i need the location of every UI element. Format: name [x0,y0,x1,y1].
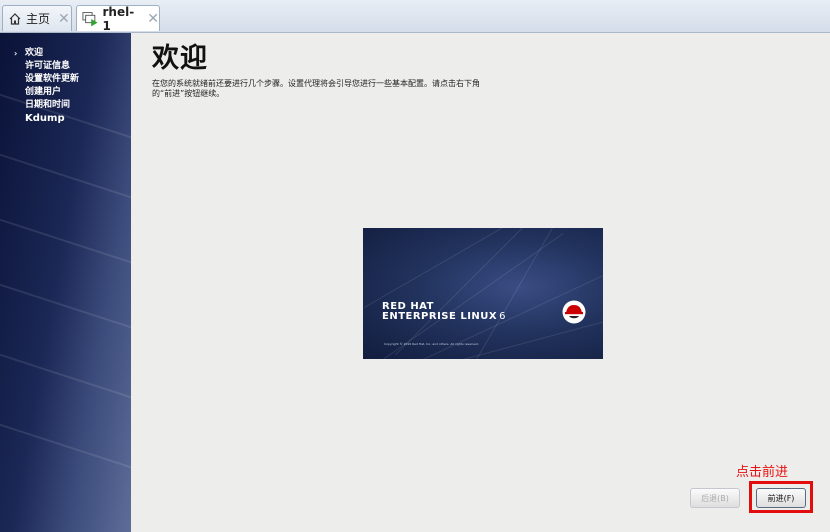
step-item-kdump: Kdump [25,113,65,124]
step-item-date-time: 日期和时间 [25,100,71,110]
tab-home-label: 主页 [26,12,51,26]
vm-play-icon [82,11,98,26]
current-step-arrow-icon: › [14,49,18,58]
page-description: 在您的系统就绪前还要进行几个步骤。设置代理将会引导您进行一些基本配置。请点击右下… [152,79,480,98]
sidebar: › 欢迎 许可证信息 设置软件更新 创建用户 日期和时间 Kdump [0,33,131,532]
next-button[interactable]: 前进(F) [756,488,806,508]
step-item-welcome: › 欢迎 [14,48,44,58]
step-item-license: 许可证信息 [25,61,71,71]
back-button[interactable]: 后退(B) [690,488,740,508]
close-icon[interactable]: ✕ [147,11,159,27]
brand-version: 6 [499,311,506,322]
home-icon [9,12,21,25]
step-item-software-updates: 设置软件更新 [25,74,80,84]
step-item-create-user: 创建用户 [25,87,62,97]
close-icon[interactable]: ✕ [58,11,70,27]
brand-line-2: ENTERPRISE LINUX [382,311,498,322]
tab-rhel-1-label: rhel-1 [102,4,135,33]
tab-bar: 主页 ✕ rhel-1 ✕ [0,0,830,33]
tab-home[interactable]: 主页 ✕ [2,5,72,31]
splash-copyright: Copyright © 2010 Red Hat, Inc. and other… [384,342,479,346]
step-list: › 欢迎 许可证信息 设置软件更新 创建用户 日期和时间 Kdump [14,47,79,125]
redhat-shadowman-logo-icon [562,300,586,324]
rhel-brand-text: RED HAT ENTERPRISE LINUX 6 [382,302,506,322]
rhel-splash-image: RED HAT ENTERPRISE LINUX 6 Copyright © 20… [363,228,603,359]
annotation-click-next: 点击前进 [736,465,789,480]
main-content: 欢迎 在您的系统就绪前还要进行几个步骤。设置代理将会引导您进行一些基本配置。请点… [131,33,830,532]
page-title: 欢迎 [152,43,208,74]
tab-rhel-1[interactable]: rhel-1 ✕ [76,4,160,33]
